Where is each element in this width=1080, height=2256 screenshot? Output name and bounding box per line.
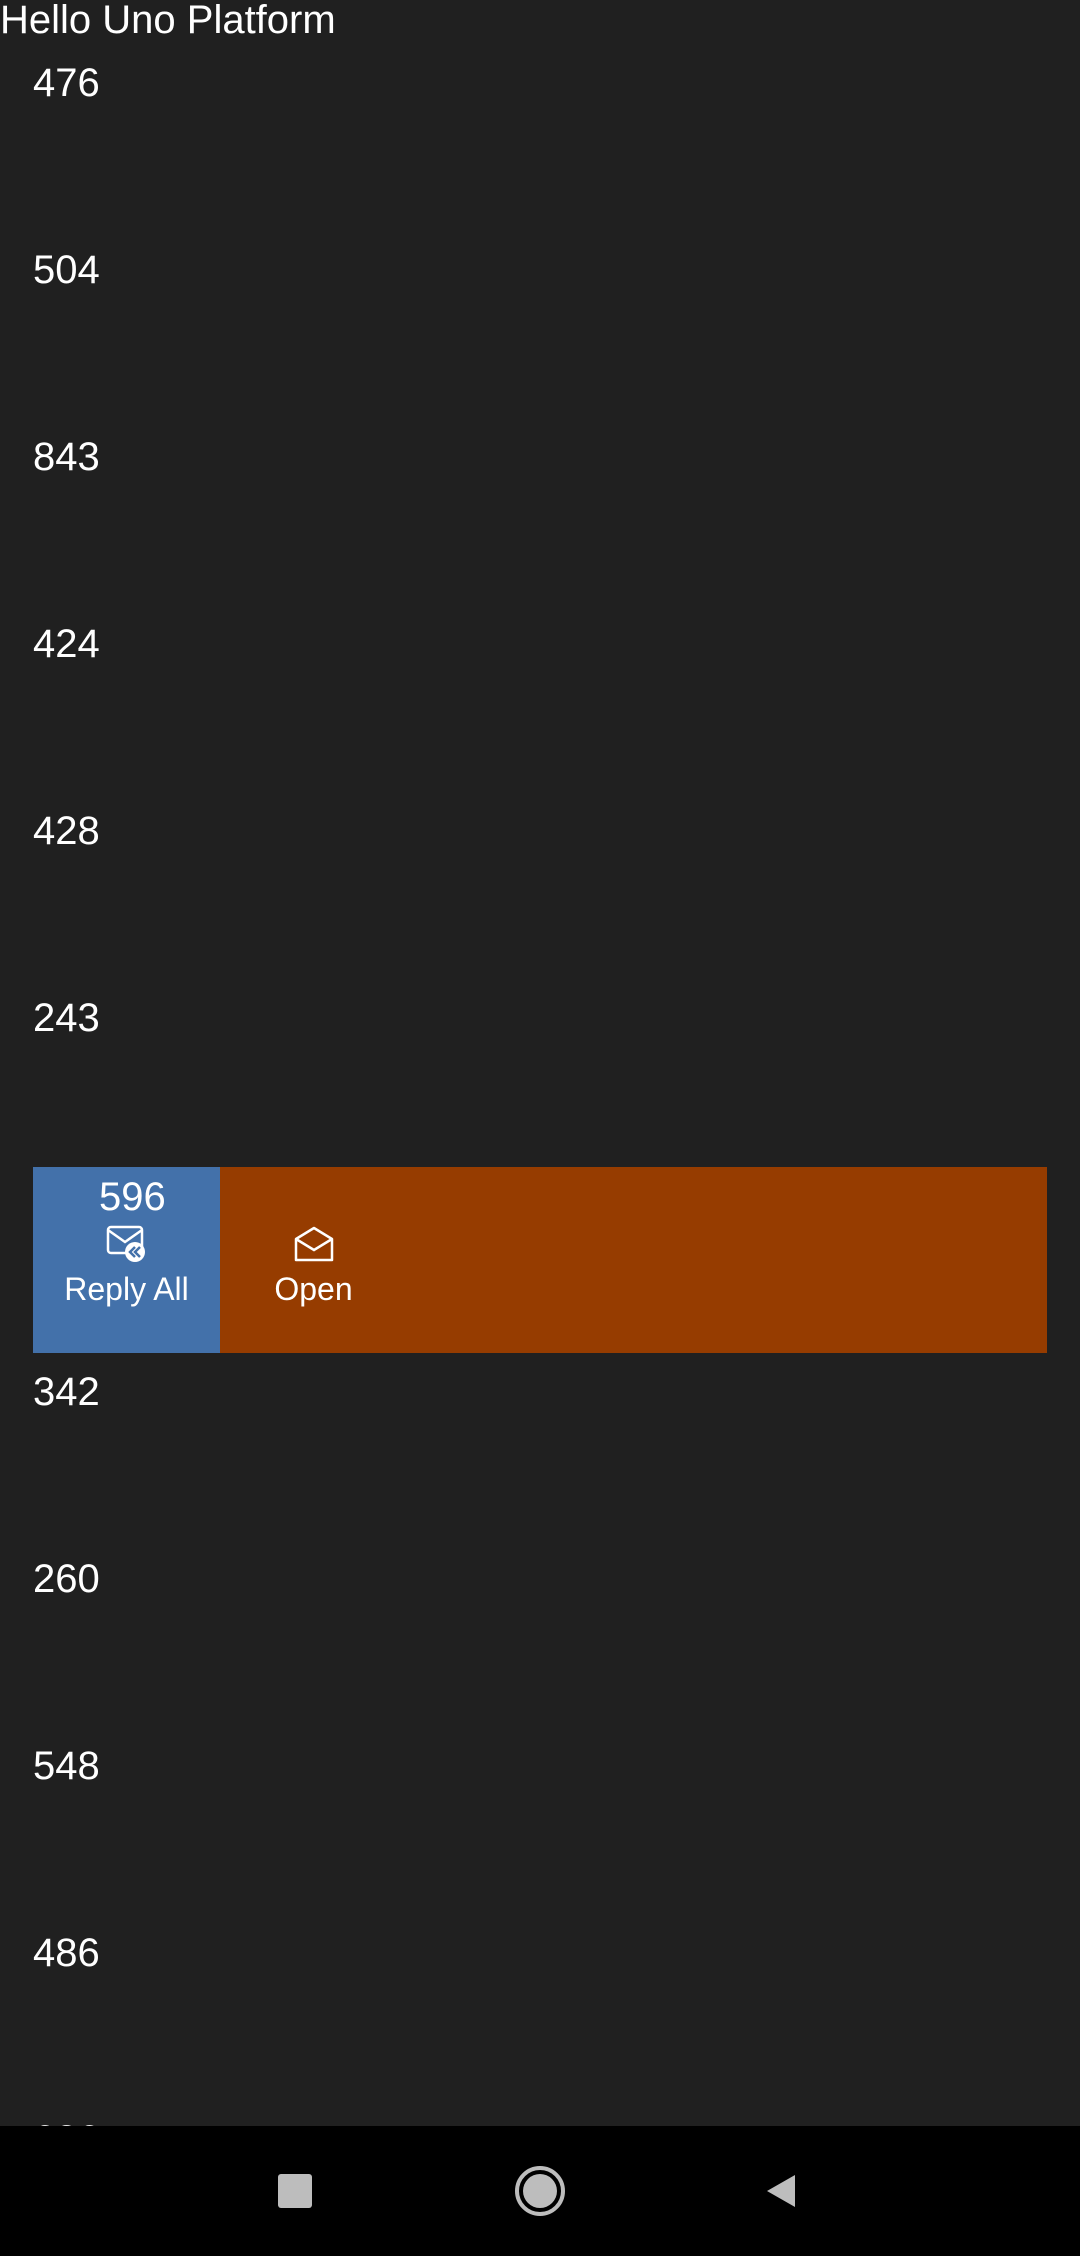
recents-icon: [278, 2174, 312, 2208]
open-button[interactable]: Open: [220, 1167, 407, 1353]
list-item-number: 504: [33, 248, 100, 292]
list-item-number: 476: [33, 61, 100, 105]
list-item[interactable]: 504: [33, 245, 1047, 432]
list-item[interactable]: 424: [33, 619, 1047, 806]
back-icon: [767, 2175, 795, 2207]
open-label: Open: [274, 1271, 353, 1307]
list-item[interactable]: 342: [33, 1367, 1047, 1554]
list-item[interactable]: 476: [33, 58, 1047, 245]
list-item-number: 548: [33, 1744, 100, 1788]
mail-reply-all-icon: [106, 1225, 145, 1262]
list-view[interactable]: 476 504 843 424 428 243 Reply All Open 5…: [0, 0, 1080, 2126]
recents-button[interactable]: [235, 2126, 355, 2256]
back-button[interactable]: [721, 2126, 841, 2256]
reply-all-label: Reply All: [64, 1271, 189, 1307]
mail-open-icon: [294, 1226, 333, 1262]
list-item-number: 486: [33, 1931, 100, 1975]
list-item-number: 424: [33, 622, 100, 666]
list-item[interactable]: 486: [33, 1928, 1047, 2115]
home-button[interactable]: [480, 2126, 600, 2256]
list-item[interactable]: 428: [33, 806, 1047, 993]
list-item-number: 243: [33, 996, 100, 1040]
list-item-number: 626: [33, 2115, 100, 2126]
list-item[interactable]: 626: [33, 2115, 1047, 2126]
system-nav-bar: [0, 2126, 1080, 2256]
home-icon: [515, 2166, 565, 2216]
page-title: Hello Uno Platform: [0, 0, 336, 42]
app-root: 476 504 843 424 428 243 Reply All Open 5…: [0, 0, 1080, 2256]
list-item-number: 342: [33, 1370, 100, 1414]
list-item-number: 260: [33, 1557, 100, 1601]
list-item[interactable]: 548: [33, 1741, 1047, 1928]
list-item-number: 843: [33, 435, 100, 479]
list-item[interactable]: 243: [33, 993, 1047, 1180]
list-item-number: 596: [99, 1175, 166, 1219]
list-item[interactable]: 843: [33, 432, 1047, 619]
swipe-control[interactable]: Reply All Open 596: [33, 1167, 1047, 1353]
list-item[interactable]: 260: [33, 1554, 1047, 1741]
list-item-number: 428: [33, 809, 100, 853]
